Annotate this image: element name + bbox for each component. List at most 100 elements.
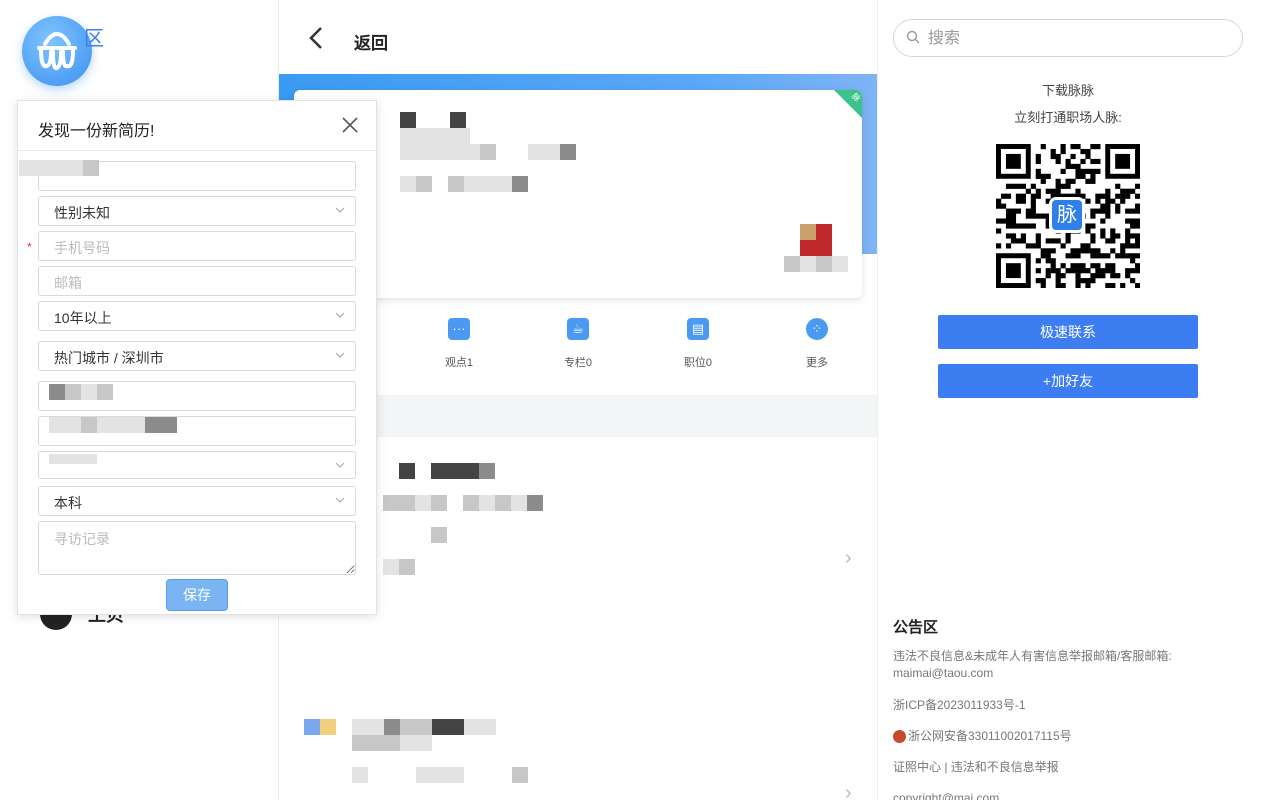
dialog-header: 发现一份新简历! bbox=[18, 101, 376, 151]
more-icon: ⁘ bbox=[806, 318, 828, 340]
company-field[interactable] bbox=[38, 381, 356, 411]
gender-select[interactable]: 性别未知 bbox=[38, 196, 356, 226]
blurred-company bbox=[81, 384, 97, 400]
police-badge-icon bbox=[893, 730, 906, 743]
blurred-entry bbox=[527, 495, 543, 511]
blurred-info bbox=[416, 176, 432, 192]
email-field[interactable]: 邮箱 bbox=[38, 266, 356, 296]
blurred-entry bbox=[416, 767, 464, 783]
blurred-company bbox=[65, 384, 81, 400]
icp-link[interactable]: 浙ICP备2023011933号-1 bbox=[893, 697, 1193, 714]
license-links[interactable]: 证照中心 | 违法和不良信息举报 bbox=[893, 759, 1193, 776]
blurred-position bbox=[145, 417, 177, 433]
blurred-position bbox=[49, 417, 81, 433]
blurred-entry bbox=[479, 463, 495, 479]
blurred-info bbox=[400, 176, 416, 192]
blurred-entry bbox=[431, 495, 447, 511]
blurred-info bbox=[512, 176, 528, 192]
entry-chevron-right-icon[interactable]: › bbox=[845, 782, 852, 800]
close-icon[interactable] bbox=[340, 115, 360, 135]
search-icon bbox=[906, 30, 920, 44]
blurred-entry bbox=[399, 463, 415, 479]
position-field[interactable] bbox=[38, 416, 356, 446]
blurred-entry bbox=[432, 719, 464, 735]
blurred-entry bbox=[352, 767, 368, 783]
school-select[interactable] bbox=[38, 451, 356, 479]
blurred-entry bbox=[463, 495, 479, 511]
blurred-entry bbox=[464, 719, 496, 735]
blurred-company bbox=[49, 384, 65, 400]
qr-center-logo: 脉 bbox=[1049, 197, 1085, 233]
column-icon: ☕ bbox=[567, 318, 589, 340]
back-bar: 返回 bbox=[279, 0, 877, 74]
blurred-name bbox=[83, 160, 99, 176]
police-record[interactable]: 浙公网安备33011002017115号 bbox=[893, 728, 1193, 745]
blurred-entry bbox=[431, 527, 447, 543]
add-friend-button[interactable]: +加好友 bbox=[938, 364, 1198, 398]
blurred-entry bbox=[479, 495, 495, 511]
blurred-entry bbox=[400, 735, 432, 751]
blurred-position bbox=[97, 417, 145, 433]
blurred-title bbox=[560, 144, 576, 160]
notice-report-email: 违法不良信息&未成年人有害信息举报邮箱/客服邮箱: maimai@taou.co… bbox=[893, 649, 1172, 680]
phone-field[interactable]: 手机号码 bbox=[38, 231, 356, 261]
entry-chevron-right-icon[interactable]: › bbox=[845, 547, 852, 570]
blurred-entry bbox=[384, 719, 400, 735]
blurred-name bbox=[450, 112, 466, 128]
back-button[interactable]: 返回 bbox=[354, 29, 388, 54]
blurred-info bbox=[464, 176, 512, 192]
stat-columns[interactable]: ☕ 专栏0 bbox=[548, 318, 608, 370]
name-field[interactable] bbox=[19, 160, 356, 191]
quick-contact-button[interactable]: 极速联系 bbox=[938, 315, 1198, 349]
download-title: 下载脉脉 bbox=[1041, 83, 1094, 98]
save-button[interactable]: 保存 bbox=[166, 579, 228, 611]
position-icon: ▤ bbox=[687, 318, 709, 340]
octopus-icon bbox=[37, 32, 77, 71]
download-subtitle: 立刻打通职场人脉: bbox=[1014, 110, 1122, 125]
profile-stats-row: ··· 观点1 ☕ 专栏0 ▤ 职位0 ⁘ 更多 bbox=[409, 318, 879, 378]
search-box[interactable] bbox=[893, 19, 1243, 57]
blurred-entry bbox=[400, 719, 432, 735]
blurred-entry bbox=[495, 495, 511, 511]
blurred-company-logo bbox=[320, 719, 336, 735]
chevron-down-icon bbox=[335, 352, 345, 358]
required-asterisk: * bbox=[27, 240, 32, 254]
blurred-company-name bbox=[800, 256, 816, 272]
dialog-title: 发现一份新简历! bbox=[38, 123, 155, 140]
blurred-title bbox=[400, 144, 480, 160]
chevron-down-icon bbox=[335, 207, 345, 213]
blurred-entry bbox=[415, 495, 431, 511]
blurred-title bbox=[528, 144, 560, 160]
blurred-school bbox=[49, 454, 97, 464]
comment-icon: ··· bbox=[448, 318, 470, 340]
blurred-entry bbox=[352, 719, 384, 735]
chevron-down-icon bbox=[335, 497, 345, 503]
chevron-down-icon bbox=[335, 312, 345, 318]
blurred-info bbox=[448, 176, 464, 192]
blurred-company-logo bbox=[816, 224, 832, 256]
back-chevron-icon[interactable] bbox=[309, 26, 323, 57]
stat-positions[interactable]: ▤ 职位0 bbox=[668, 318, 728, 370]
city-select[interactable]: 热门城市 / 深圳市 bbox=[38, 341, 356, 371]
app-root: 区 王贝 返回 脉 ··· 观点1 ☕ 专栏0 ▤ 职位0 ⁘ 更多 › › 搜… bbox=[0, 0, 1280, 800]
blurred-company-name bbox=[832, 256, 848, 272]
stat-viewpoints[interactable]: ··· 观点1 bbox=[429, 318, 489, 370]
maimai-logo[interactable] bbox=[22, 16, 92, 86]
blurred-company-logo bbox=[800, 224, 816, 240]
search-input[interactable] bbox=[928, 28, 1228, 50]
right-sidebar: 下载脉脉 立刻打通职场人脉: 脉 极速联系 +加好友 公告区 违法不良信息&未成… bbox=[877, 0, 1280, 800]
blurred-company-logo bbox=[304, 719, 320, 735]
notice-title: 公告区 bbox=[893, 619, 939, 636]
stat-more[interactable]: ⁘ 更多 bbox=[787, 318, 847, 370]
blurred-title bbox=[480, 144, 496, 160]
nav-label-peek: 区 bbox=[84, 28, 104, 50]
visit-notes-textarea[interactable] bbox=[38, 521, 356, 575]
new-resume-dialog: 发现一份新简历! 性别未知 * 手机号码 邮箱 10年以上 热门城市 / 深圳市 bbox=[17, 100, 377, 615]
blurred-entry bbox=[512, 767, 528, 783]
blurred-company-name bbox=[816, 256, 832, 272]
blurred-entry bbox=[431, 463, 479, 479]
download-qr-code: 脉 bbox=[996, 144, 1141, 289]
experience-select[interactable]: 10年以上 bbox=[38, 301, 356, 331]
education-select[interactable]: 本科 bbox=[38, 486, 356, 516]
chevron-down-icon bbox=[335, 462, 345, 468]
